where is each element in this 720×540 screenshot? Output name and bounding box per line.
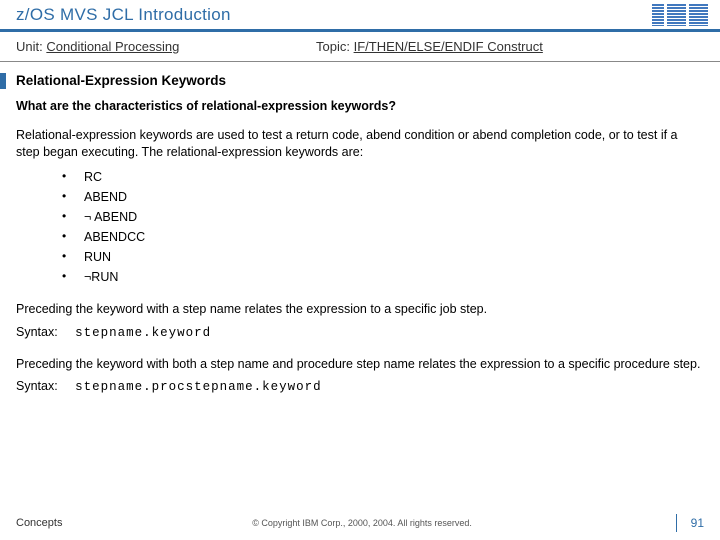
- meta-bar: Unit: Conditional Processing Topic: IF/T…: [0, 32, 720, 62]
- list-item: ABENDCC: [62, 227, 704, 247]
- topic-value: IF/THEN/ELSE/ENDIF Construct: [354, 39, 543, 54]
- list-item: ABEND: [62, 187, 704, 207]
- syntax-block-1: Preceding the keyword with a step name r…: [16, 301, 704, 342]
- syntax-label: Syntax:: [16, 379, 58, 393]
- list-item: ¬ ABEND: [62, 207, 704, 227]
- footer-divider: [676, 514, 677, 532]
- page-number: 91: [691, 516, 704, 530]
- block2-text: Preceding the keyword with both a step n…: [16, 356, 704, 373]
- topic-label: Topic:: [316, 39, 350, 54]
- list-item: RUN: [62, 247, 704, 267]
- block1-text: Preceding the keyword with a step name r…: [16, 301, 704, 318]
- question-text: What are the characteristics of relation…: [16, 98, 704, 115]
- footer-left: Concepts: [16, 517, 62, 529]
- intro-paragraph: Relational-expression keywords are used …: [16, 127, 704, 161]
- section-marker: [0, 73, 6, 89]
- block2-syntax-row: Syntax: stepname.procstepname.keyword: [16, 378, 704, 396]
- unit-field: Unit: Conditional Processing: [16, 39, 316, 54]
- syntax-block-2: Preceding the keyword with both a step n…: [16, 356, 704, 397]
- syntax-code: stepname.procstepname.keyword: [75, 380, 322, 394]
- unit-value: Conditional Processing: [46, 39, 179, 54]
- list-item: ¬RUN: [62, 267, 704, 287]
- title-bar: z/OS MVS JCL Introduction: [0, 0, 720, 32]
- ibm-logo: [652, 4, 708, 26]
- syntax-code: stepname.keyword: [75, 326, 211, 340]
- section-heading: Relational-Expression Keywords: [16, 72, 226, 90]
- page-title: z/OS MVS JCL Introduction: [16, 5, 652, 25]
- content-area: Relational-Expression Keywords What are …: [0, 62, 720, 396]
- topic-field: Topic: IF/THEN/ELSE/ENDIF Construct: [316, 39, 704, 54]
- unit-label: Unit:: [16, 39, 43, 54]
- block1-syntax-row: Syntax: stepname.keyword: [16, 324, 704, 342]
- keyword-list: RC ABEND ¬ ABEND ABENDCC RUN ¬RUN: [62, 167, 704, 287]
- list-item: RC: [62, 167, 704, 187]
- syntax-label: Syntax:: [16, 325, 58, 339]
- section-heading-row: Relational-Expression Keywords: [0, 72, 704, 90]
- footer-copyright: © Copyright IBM Corp., 2000, 2004. All r…: [62, 518, 661, 528]
- footer: Concepts © Copyright IBM Corp., 2000, 20…: [0, 514, 720, 532]
